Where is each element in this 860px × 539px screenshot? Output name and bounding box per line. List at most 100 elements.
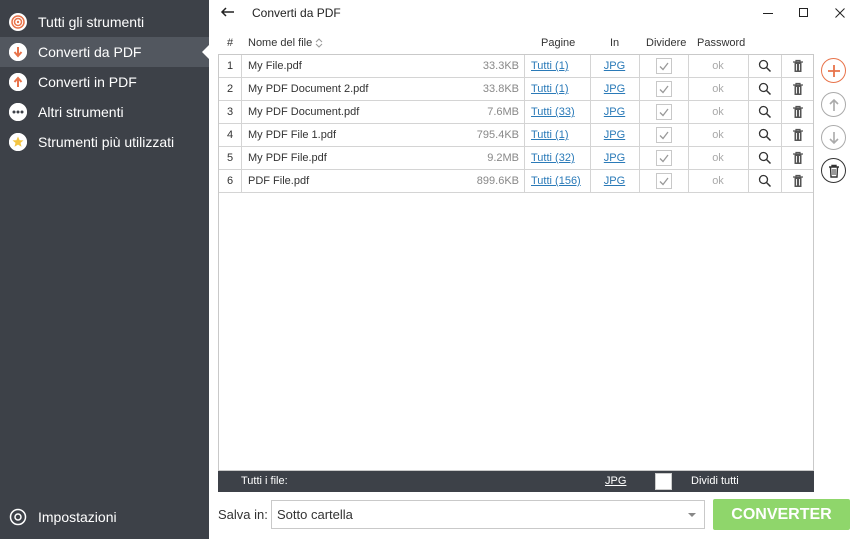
password-status: ok (712, 106, 724, 118)
table-row[interactable]: 3 My PDF Document.pdf 7.6MB Tutti (33) JPG ok (219, 101, 813, 124)
column-separator (639, 101, 640, 123)
sidebar-item-other-tools[interactable]: Altri strumenti (0, 97, 209, 127)
column-separator (241, 101, 242, 123)
column-separator (781, 101, 782, 123)
preview-button[interactable] (757, 127, 773, 143)
pages-link[interactable]: Tutti (156) (531, 170, 586, 192)
all-files-bar: Tutti i file: JPG Dividi tutti (218, 471, 814, 492)
file-size: 7.6MB (487, 106, 519, 118)
checkmark-icon (659, 154, 669, 163)
split-checkbox[interactable] (656, 58, 672, 74)
column-separator (524, 78, 525, 100)
trash-icon (793, 128, 803, 141)
move-down-button[interactable] (821, 125, 846, 150)
delete-row-button[interactable] (790, 58, 806, 74)
gear-icon (9, 508, 27, 526)
delete-row-button[interactable] (790, 104, 806, 120)
delete-row-button[interactable] (790, 173, 806, 189)
format-link[interactable]: JPG (590, 170, 639, 192)
col-header-pages: Pagine (541, 37, 576, 49)
star-icon (9, 133, 27, 151)
split-checkbox[interactable] (656, 127, 672, 143)
table-row[interactable]: 1 My File.pdf 33.3KB Tutti (1) JPG ok (219, 55, 813, 78)
preview-button[interactable] (757, 173, 773, 189)
search-icon (758, 59, 772, 73)
column-separator (748, 55, 749, 77)
preview-button[interactable] (757, 81, 773, 97)
split-all-checkbox[interactable] (655, 473, 672, 490)
row-index: 1 (226, 60, 234, 72)
table-row[interactable]: 6 PDF File.pdf 899.6KB Tutti (156) JPG ok (219, 170, 813, 193)
format-link[interactable]: JPG (590, 147, 639, 169)
sidebar-item-label: Converti in PDF (38, 74, 137, 90)
preview-button[interactable] (757, 150, 773, 166)
sidebar-item-label: Tutti gli strumenti (38, 14, 145, 30)
maximize-button[interactable] (786, 0, 822, 26)
format-link[interactable]: JPG (590, 124, 639, 146)
checkmark-icon (659, 85, 669, 94)
table-row[interactable]: 4 My PDF File 1.pdf 795.4KB Tutti (1) JPG ok (219, 124, 813, 147)
sidebar-item-label: Altri strumenti (38, 104, 124, 120)
file-name: My PDF Document 2.pdf (248, 83, 369, 95)
pages-link[interactable]: Tutti (1) (531, 78, 586, 100)
file-name: My PDF File.pdf (248, 152, 327, 164)
file-name: My File.pdf (248, 60, 302, 72)
save-in-value: Sotto cartella (277, 507, 353, 522)
col-header-password: Password (697, 37, 746, 49)
move-up-button[interactable] (821, 92, 846, 117)
row-index: 4 (226, 129, 234, 141)
file-name: My PDF File 1.pdf (248, 129, 337, 141)
trash-icon (793, 151, 803, 164)
back-arrow-icon[interactable] (219, 3, 237, 21)
split-checkbox[interactable] (656, 150, 672, 166)
col-header-name[interactable]: Nome del file (248, 37, 312, 49)
minimize-button[interactable] (750, 0, 786, 26)
title-bar: Converti da PDF (209, 0, 860, 26)
sidebar-item-convert-to-pdf[interactable]: Converti in PDF (0, 67, 209, 97)
save-in-select[interactable]: Sotto cartella (271, 500, 705, 529)
sidebar-item-settings[interactable]: Impostazioni (0, 502, 209, 532)
all-files-label: Tutti i file: (241, 475, 288, 487)
sidebar-item-label: Strumenti più utilizzati (38, 134, 175, 150)
add-file-button[interactable] (821, 58, 846, 83)
column-separator (241, 170, 242, 192)
column-separator (241, 147, 242, 169)
delete-row-button[interactable] (790, 81, 806, 97)
table-row[interactable]: 2 My PDF Document 2.pdf 33.8KB Tutti (1) JPG… (219, 78, 813, 101)
delete-row-button[interactable] (790, 127, 806, 143)
split-checkbox[interactable] (656, 81, 672, 97)
sort-icon[interactable] (315, 38, 323, 51)
column-separator (524, 101, 525, 123)
format-link[interactable]: JPG (590, 101, 639, 123)
col-header-index: # (227, 37, 234, 49)
sidebar-item-all-tools[interactable]: Tutti gli strumenti (0, 7, 209, 37)
split-checkbox[interactable] (656, 173, 672, 189)
close-button[interactable] (822, 0, 858, 26)
file-size: 33.8KB (482, 83, 519, 95)
format-link[interactable]: JPG (590, 78, 639, 100)
file-size: 33.3KB (482, 60, 519, 72)
sidebar-item-most-used[interactable]: Strumenti più utilizzati (0, 127, 209, 157)
preview-button[interactable] (757, 104, 773, 120)
more-icon (9, 103, 27, 121)
search-icon (758, 105, 772, 119)
format-link[interactable]: JPG (590, 55, 639, 77)
column-separator (241, 55, 242, 77)
main-panel: Converti da PDF # Nome del file Pagine I… (209, 0, 860, 539)
arrow-down-icon (9, 43, 27, 61)
preview-button[interactable] (757, 58, 773, 74)
table-row[interactable]: 5 My PDF File.pdf 9.2MB Tutti (32) JPG ok (219, 147, 813, 170)
split-checkbox[interactable] (656, 104, 672, 120)
pages-link[interactable]: Tutti (33) (531, 101, 586, 123)
pages-link[interactable]: Tutti (1) (531, 55, 586, 77)
convert-button[interactable]: CONVERTER (713, 499, 850, 530)
pages-link[interactable]: Tutti (1) (531, 124, 586, 146)
delete-all-button[interactable] (821, 158, 846, 183)
password-status: ok (712, 60, 724, 72)
sidebar-item-convert-from-pdf[interactable]: Converti da PDF (0, 37, 209, 67)
file-name: PDF File.pdf (248, 175, 310, 187)
delete-row-button[interactable] (790, 150, 806, 166)
pages-link[interactable]: Tutti (32) (531, 147, 586, 169)
settings-label: Impostazioni (38, 509, 117, 525)
all-files-format-link[interactable]: JPG (605, 475, 626, 487)
